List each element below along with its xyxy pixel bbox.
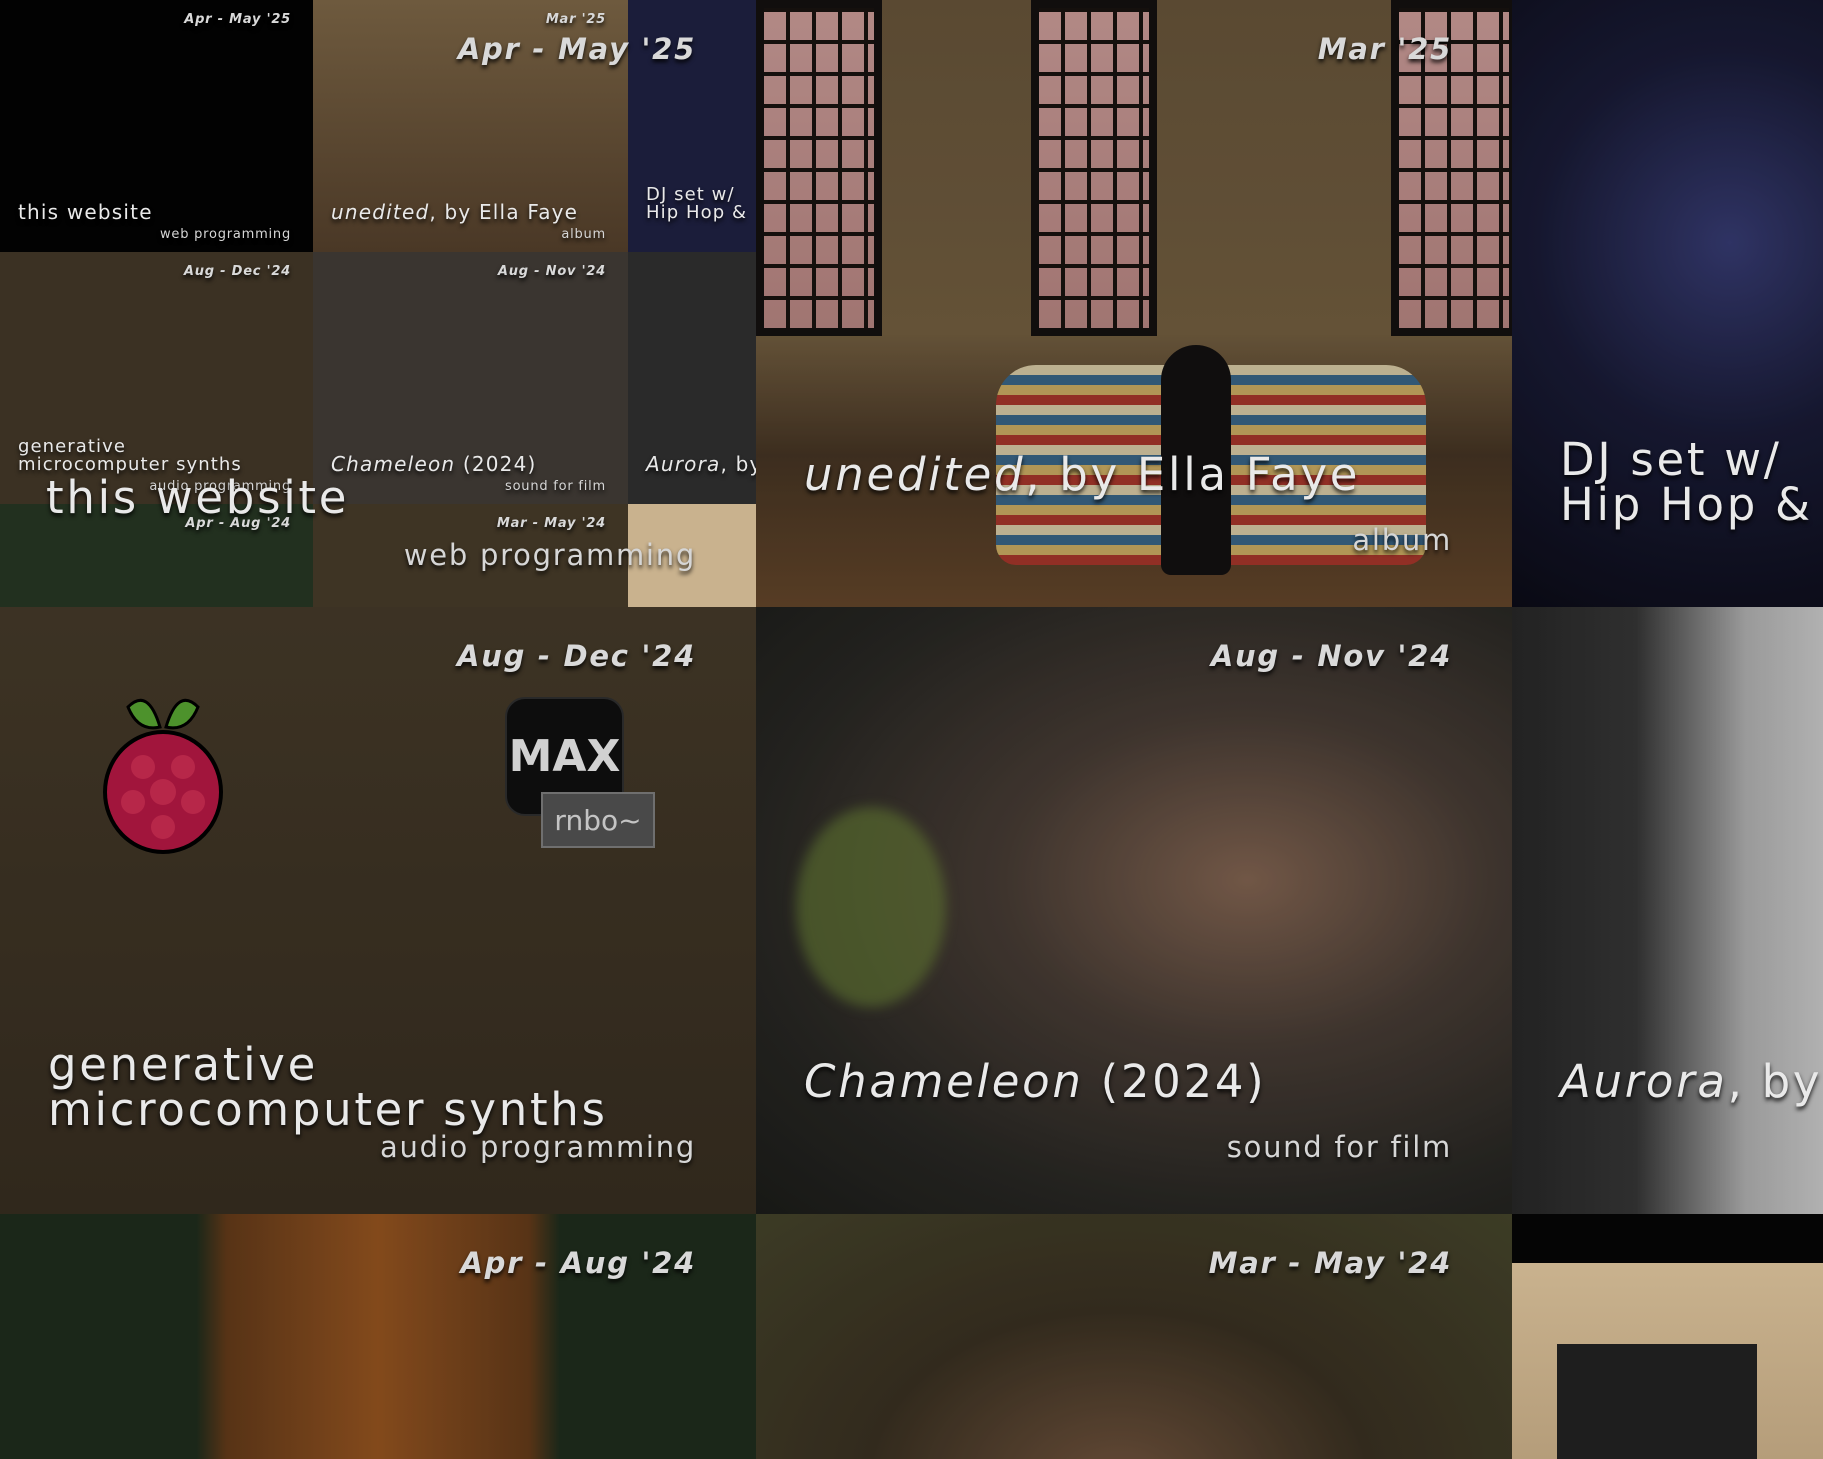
mini-title-rest: , by bbox=[720, 452, 757, 476]
project-date: Aug - Dec '24 bbox=[457, 639, 696, 673]
mini-tile-aurora[interactable]: Aurora, by bbox=[628, 252, 756, 504]
mini-title: this website bbox=[18, 200, 153, 224]
project-tile-aurora[interactable]: Aurora, by bbox=[1512, 607, 1823, 1214]
mini-title-rest: (2024) bbox=[455, 452, 537, 476]
mini-title-rest: , by Ella Faye bbox=[429, 200, 579, 224]
project-title: Chameleon (2024) bbox=[804, 1059, 1266, 1104]
mini-title: generative microcomputer synths bbox=[18, 438, 242, 474]
mini-title: unedited, by Ella Faye bbox=[331, 202, 578, 222]
project-date: Aug - Nov '24 bbox=[1210, 639, 1452, 673]
mini-tile-website[interactable]: Apr - May '25 this website web programmi… bbox=[0, 0, 313, 252]
project-tile-studio[interactable]: Apr - Aug '24 bbox=[0, 1214, 756, 1459]
project-title-line1: generative bbox=[48, 1038, 318, 1091]
mini-title: Chameleon (2024) bbox=[331, 454, 537, 474]
overlay-category: web programming bbox=[403, 538, 696, 572]
project-title-italic: Chameleon bbox=[804, 1055, 1084, 1108]
project-title-italic: Aurora bbox=[1560, 1055, 1728, 1108]
project-category: album bbox=[1352, 523, 1452, 557]
project-date: Mar '25 bbox=[1317, 32, 1452, 66]
project-date: Apr - Aug '24 bbox=[460, 1246, 696, 1280]
project-category: sound for film bbox=[1226, 1130, 1452, 1164]
mini-title-italic: Aurora bbox=[646, 452, 721, 476]
project-tile-synths[interactable]: MAX rnbo~ Aug - Dec '24 generative micro… bbox=[0, 607, 756, 1214]
mini-title-line2: Hip Hop & bbox=[646, 202, 748, 223]
project-title-line2: microcomputer synths bbox=[48, 1083, 608, 1136]
project-title: Aurora, by bbox=[1560, 1059, 1822, 1104]
mini-title: Aurora, by bbox=[646, 454, 756, 474]
mini-title-italic: Chameleon bbox=[331, 452, 456, 476]
project-title-rest: , by bbox=[1727, 1055, 1823, 1108]
mini-category: web programming bbox=[160, 227, 291, 242]
project-title: generative microcomputer synths bbox=[48, 1042, 608, 1132]
mini-date: Aug - Dec '24 bbox=[183, 264, 291, 279]
overlay-date: Apr - May '25 bbox=[457, 32, 696, 66]
mini-category: sound for film bbox=[505, 479, 606, 494]
project-tile-portrait[interactable]: Mar - May '24 bbox=[756, 1214, 1512, 1459]
project-date: Mar - May '24 bbox=[1208, 1246, 1452, 1280]
project-category: audio programming bbox=[379, 1130, 696, 1164]
project-title-italic: unedited bbox=[804, 448, 1026, 501]
mini-tile-chameleon[interactable]: Aug - Nov '24 Chameleon (2024) sound for… bbox=[313, 252, 628, 504]
project-tile-unedited[interactable]: Mar '25 unedited, by Ella Faye album bbox=[756, 0, 1512, 607]
mini-title: DJ set w/ Hip Hop & bbox=[646, 186, 747, 222]
speaker-box bbox=[1557, 1344, 1757, 1459]
project-title-rest: , by Ella Faye bbox=[1025, 448, 1361, 501]
project-tile-djset[interactable]: DJ set w/ Hip Hop & bbox=[1512, 0, 1823, 607]
thumbnail-grid: Apr - May '25 this website web programmi… bbox=[0, 0, 756, 607]
mini-tile-synths[interactable]: Aug - Dec '24 generative microcomputer s… bbox=[0, 252, 313, 504]
project-tile-chameleon[interactable]: Aug - Nov '24 Chameleon (2024) sound for… bbox=[756, 607, 1512, 1214]
project-title-line2: Hip Hop & bbox=[1560, 478, 1813, 531]
overlay-title: this website bbox=[46, 471, 350, 524]
project-title: unedited, by Ella Faye bbox=[804, 452, 1360, 497]
project-title-line1: DJ set w/ bbox=[1560, 433, 1782, 486]
mini-date: Apr - May '25 bbox=[184, 12, 291, 27]
project-title: DJ set w/ Hip Hop & bbox=[1560, 437, 1813, 527]
mini-category: album bbox=[561, 227, 606, 242]
mini-title-italic: unedited bbox=[331, 200, 430, 224]
project-title-rest: (2024) bbox=[1083, 1055, 1267, 1108]
mini-date: Aug - Nov '24 bbox=[497, 264, 606, 279]
project-tile-speakers[interactable] bbox=[1512, 1214, 1823, 1459]
mini-date: Mar '25 bbox=[545, 12, 606, 27]
mini-date: Mar - May '24 bbox=[496, 516, 606, 531]
